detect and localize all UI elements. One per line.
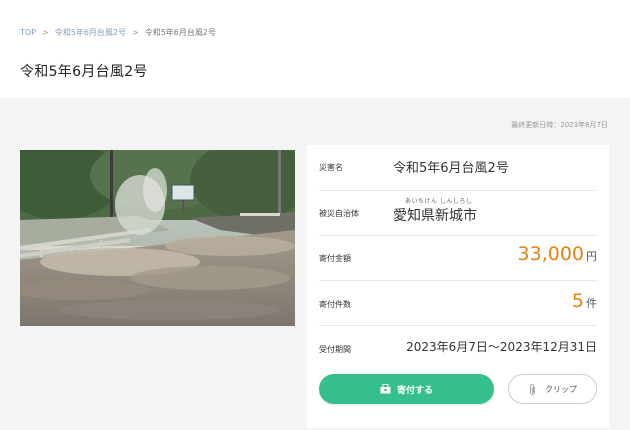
breadcrumb-separator: > bbox=[132, 28, 139, 37]
amount-value-wrap: 33,000 円 bbox=[518, 243, 597, 265]
disaster-name-value: 令和5年6月台風2号 bbox=[393, 161, 509, 176]
breadcrumb-current: 令和5年6月台風2号 bbox=[144, 28, 216, 37]
count-value: 5 bbox=[571, 290, 584, 312]
municipality-ruby: あいちけん しんしろし bbox=[405, 198, 473, 205]
donation-box-icon bbox=[380, 384, 391, 394]
paperclip-icon bbox=[530, 383, 535, 395]
period-label: 受付期間 bbox=[319, 345, 351, 354]
main-content: 最終更新日時：2023年6月7日 災害名 令和5年6月台風2号 被災自治体 あい… bbox=[0, 98, 630, 430]
breadcrumb-disaster-link[interactable]: 令和5年6月台風2号 bbox=[55, 27, 126, 38]
header-area: TOP > 令和5年6月台風2号 > 令和5年6月台風2号 令和5年6月台風2号 bbox=[0, 0, 630, 98]
flood-photo-icon bbox=[20, 150, 295, 326]
disaster-photo bbox=[20, 150, 295, 326]
donate-button-label: 寄付する bbox=[396, 385, 433, 396]
count-value-wrap: 5件 bbox=[572, 290, 597, 312]
clip-button-label: クリップ bbox=[545, 384, 577, 394]
count-unit: 件 bbox=[586, 297, 597, 310]
last-updated: 最終更新日時：2023年6月7日 bbox=[511, 121, 608, 129]
count-label: 寄付件数 bbox=[319, 300, 351, 309]
page-title: 令和5年6月台風2号 bbox=[20, 64, 148, 80]
clip-button[interactable]: クリップ bbox=[508, 374, 597, 404]
municipality-value: 愛知県新城市 bbox=[393, 208, 477, 224]
disaster-name-label: 災害名 bbox=[319, 163, 343, 172]
amount-label: 寄付金額 bbox=[319, 254, 351, 263]
period-value: 2023年6月7日〜2023年12月31日 bbox=[406, 340, 597, 354]
donate-button[interactable]: 寄付する bbox=[319, 374, 494, 404]
count-row: 寄付件数 5件 bbox=[319, 280, 597, 326]
amount-value: 33,000 bbox=[517, 243, 584, 265]
breadcrumb: TOP > 令和5年6月台風2号 > 令和5年6月台風2号 bbox=[20, 27, 216, 38]
disaster-info-card: 災害名 令和5年6月台風2号 被災自治体 あいちけん しんしろし 愛知県新城市 … bbox=[307, 145, 609, 428]
period-row: 受付期間 2023年6月7日〜2023年12月31日 bbox=[319, 325, 597, 370]
disaster-name-row: 災害名 令和5年6月台風2号 bbox=[319, 145, 597, 191]
breadcrumb-separator: > bbox=[42, 28, 49, 37]
amount-unit: 円 bbox=[586, 250, 597, 263]
breadcrumb-top-link[interactable]: TOP bbox=[20, 28, 36, 37]
municipality-label: 被災自治体 bbox=[319, 209, 359, 218]
municipality-row: 被災自治体 あいちけん しんしろし 愛知県新城市 bbox=[319, 190, 597, 236]
amount-row: 寄付金額 33,000 円 bbox=[319, 235, 597, 281]
